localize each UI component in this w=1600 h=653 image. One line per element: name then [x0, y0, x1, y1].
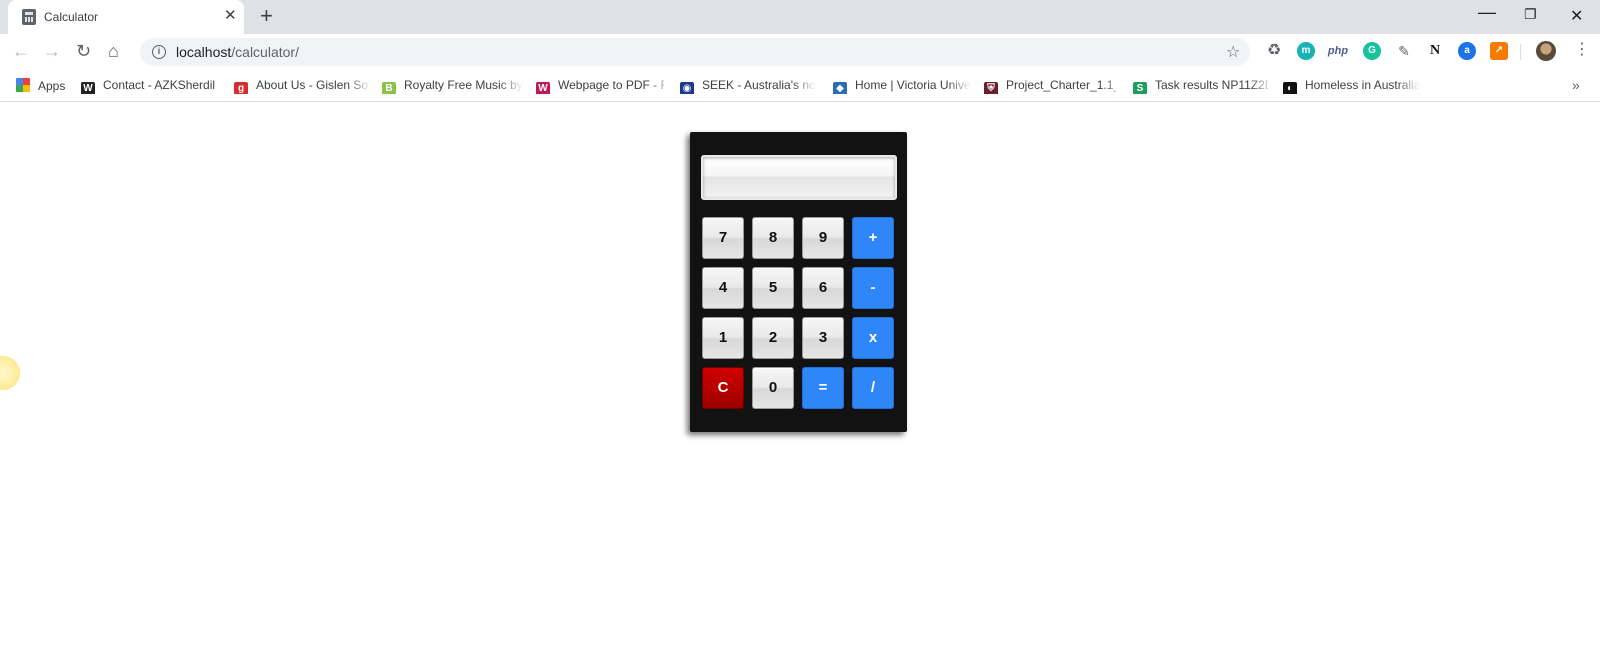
apps-grid-icon	[16, 78, 30, 92]
key-0-button[interactable]: 0	[752, 367, 794, 409]
key-8-button[interactable]: 8	[752, 217, 794, 259]
bookmark-item[interactable]: ◐ Homeless in Australia	[1283, 78, 1425, 94]
key-minus-button[interactable]: -	[852, 267, 894, 309]
key-4-button[interactable]: 4	[702, 267, 744, 309]
reload-button[interactable]: ↻	[76, 41, 91, 61]
bookmark-label: About Us - Gislen Sof	[256, 78, 369, 92]
bookmark-favicon-icon: S	[1133, 82, 1147, 94]
bookmark-item[interactable]: B Royalty Free Music by	[382, 78, 522, 94]
cursor-highlight	[0, 356, 20, 390]
grammarly-extension-icon[interactable]: G	[1363, 42, 1381, 60]
address-bar[interactable]: i localhost/calculator/ ☆	[140, 38, 1250, 66]
bookmark-label: Contact - AZKSherdil	[103, 78, 216, 92]
chart-extension-icon[interactable]: ↗	[1490, 42, 1508, 60]
bookmark-item[interactable]: ◉ SEEK - Australia's no	[680, 78, 818, 94]
color-dropper-extension-icon[interactable]: ✎	[1395, 42, 1413, 60]
home-button[interactable]: ⌂	[108, 41, 119, 61]
bookmark-label: Home | Victoria Unive	[855, 78, 970, 92]
site-info-icon[interactable]: i	[152, 45, 166, 59]
key-multiply-button[interactable]: x	[852, 317, 894, 359]
url-path: /calculator/	[231, 44, 299, 60]
browser-menu-icon[interactable]: ⋮	[1574, 40, 1590, 60]
tab-close-icon[interactable]: ✕	[224, 8, 237, 24]
calculator-favicon-icon	[22, 9, 36, 25]
back-button[interactable]: ←	[12, 41, 30, 61]
bookmark-item[interactable]: Apps	[16, 78, 71, 94]
a-extension-icon[interactable]: a	[1458, 42, 1476, 60]
calculator: 7 8 9 +4 5 6- 1 2 3 x C 0 = /	[690, 132, 907, 432]
bookmark-item[interactable]: S Task results NP11Z2D	[1133, 78, 1268, 94]
key-2-button[interactable]: 2	[752, 317, 794, 359]
key-divide-button[interactable]: /	[852, 367, 894, 409]
bookmark-favicon-icon: B	[382, 82, 396, 94]
browser-toolbar: ← → ↻ ⌂ i localhost/calculator/ ☆ ♻ m ph…	[0, 34, 1600, 70]
tab-strip: Calculator ✕ + — ❐ ✕	[0, 0, 1600, 34]
minimize-button[interactable]: —	[1478, 2, 1496, 23]
m-extension-icon[interactable]: m	[1297, 42, 1315, 60]
calculator-display[interactable]	[701, 155, 897, 200]
more-bookmarks-icon[interactable]: »	[1572, 77, 1580, 93]
bookmark-item[interactable]: g About Us - Gislen Sof	[234, 78, 369, 94]
bookmark-favicon-icon: ⛨	[984, 82, 998, 94]
php-extension-icon[interactable]: php	[1326, 42, 1350, 60]
bookmark-favicon-icon: ◉	[680, 82, 694, 94]
bookmark-label: SEEK - Australia's no	[702, 78, 816, 92]
recycle-extension-icon[interactable]: ♻	[1265, 42, 1283, 60]
bookmark-favicon-icon: ◆	[833, 82, 847, 94]
restore-button[interactable]: ❐	[1524, 6, 1537, 23]
forward-button[interactable]: →	[43, 41, 61, 61]
bookmark-label: Homeless in Australia	[1305, 78, 1421, 92]
key-equals-button[interactable]: =	[802, 367, 844, 409]
bookmark-favicon-icon: g	[234, 82, 248, 94]
url-host: localhost	[176, 44, 232, 60]
browser-tab[interactable]: Calculator ✕	[8, 0, 244, 34]
bookmark-star-icon[interactable]: ☆	[1226, 42, 1240, 62]
bookmark-favicon-icon: ◐	[1283, 82, 1297, 94]
bookmark-label: Royalty Free Music by	[404, 78, 522, 92]
page-content: 7 8 9 +4 5 6- 1 2 3 x C 0 = /	[0, 103, 1600, 653]
bookmark-item[interactable]: ⛨ Project_Charter_1.1_g	[984, 78, 1116, 94]
n-extension-icon[interactable]: N	[1426, 42, 1444, 60]
key-3-button[interactable]: 3	[802, 317, 844, 359]
bookmarks-bar: Apps W Contact - AZKSherdil g About Us - Gis…	[0, 70, 1600, 102]
key-plus-button[interactable]: +	[852, 217, 894, 259]
close-window-button[interactable]: ✕	[1570, 6, 1583, 26]
toolbar-divider	[1520, 44, 1521, 60]
key-6-button[interactable]: 6	[802, 267, 844, 309]
bookmark-item[interactable]: ◆ Home | Victoria Unive	[833, 78, 970, 94]
key-1-button[interactable]: 1	[702, 317, 744, 359]
bookmark-label: Webpage to PDF - Fr	[558, 78, 664, 92]
profile-avatar[interactable]	[1536, 41, 1556, 61]
bookmark-label: Task results NP11Z2D	[1155, 78, 1268, 92]
tab-title: Calculator	[44, 10, 99, 24]
bookmark-label: Project_Charter_1.1_g	[1006, 78, 1116, 92]
url-text[interactable]: localhost/calculator/	[176, 44, 299, 60]
bookmark-item[interactable]: W Contact - AZKSherdil	[81, 78, 219, 94]
bookmark-favicon-icon: W	[536, 82, 550, 94]
bookmark-favicon-icon: W	[81, 82, 95, 94]
key-7-button[interactable]: 7	[702, 217, 744, 259]
key-9-button[interactable]: 9	[802, 217, 844, 259]
bookmark-label: Apps	[38, 79, 66, 93]
bookmark-item[interactable]: W Webpage to PDF - Fr	[536, 78, 664, 94]
key-clear-button[interactable]: C	[702, 367, 744, 409]
key-5-button[interactable]: 5	[752, 267, 794, 309]
new-tab-button[interactable]: +	[260, 5, 273, 27]
